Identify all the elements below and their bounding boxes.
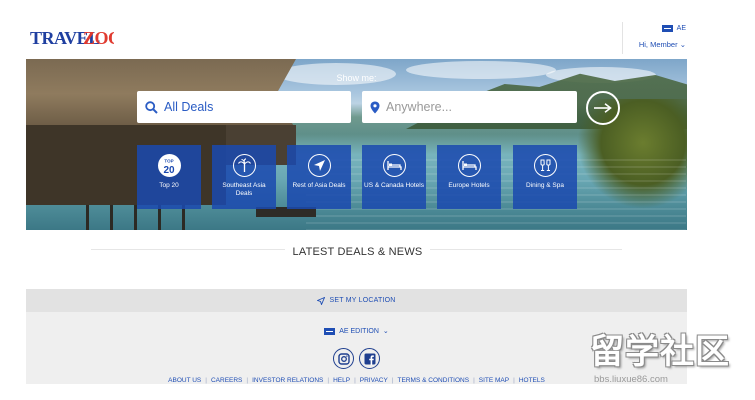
- flag-icon: [661, 25, 673, 32]
- svg-text:ZOO: ZOO: [83, 28, 114, 48]
- member-menu[interactable]: Hi, Member ⌄: [639, 40, 686, 49]
- tile-label: Southeast Asia Deals: [222, 182, 266, 197]
- latest-heading: LATEST DEALS & NEWS: [0, 242, 715, 260]
- chevron-down-icon: ⌄: [679, 40, 686, 49]
- search-go-button[interactable]: [586, 91, 620, 125]
- location-arrow-icon: [317, 296, 326, 305]
- instagram-icon[interactable]: [333, 348, 354, 369]
- tile-europe-hotels[interactable]: Europe Hotels: [437, 145, 501, 209]
- set-location-bar[interactable]: SET MY LOCATION: [26, 289, 687, 312]
- bed-icon: [457, 154, 481, 177]
- tile-label: US & Canada Hotels: [364, 182, 424, 189]
- edition-label: AE: [676, 25, 686, 32]
- glasses-icon: [533, 154, 557, 177]
- arrow-right-icon: [594, 103, 612, 113]
- member-greeting: Hi, Member: [638, 40, 678, 49]
- tile-rest-of-asia[interactable]: Rest of Asia Deals: [287, 145, 351, 209]
- footer-link-site-map[interactable]: SITE MAP: [479, 377, 509, 384]
- chevron-down-icon: ⌄: [382, 328, 389, 335]
- travelzoo-logo-mark: TRAVEL ZOO: [30, 28, 114, 48]
- deals-value: All Deals: [164, 100, 214, 114]
- tile-dining-spa[interactable]: Dining & Spa: [513, 145, 577, 209]
- hero-banner: Show me: All Deals Anywhere... TOP 20 To…: [26, 59, 687, 230]
- watermark-url: bbs.liuxue86.com: [594, 374, 668, 385]
- top-20-icon: TOP 20: [157, 154, 181, 177]
- footer-link-hotels[interactable]: HOTELS: [519, 377, 545, 384]
- latest-title: LATEST DEALS & NEWS: [284, 246, 431, 258]
- facebook-icon[interactable]: [359, 348, 380, 369]
- svg-text:TOP: TOP: [164, 158, 173, 163]
- footer-link-careers[interactable]: CAREERS: [211, 377, 242, 384]
- edition-switch[interactable]: AE: [661, 25, 686, 32]
- show-me-label: Show me:: [336, 73, 377, 83]
- tile-southeast-asia[interactable]: Southeast Asia Deals: [212, 145, 276, 209]
- search-icon: [145, 100, 158, 114]
- palm-tree-icon: [232, 154, 256, 177]
- bed-icon: [382, 154, 406, 177]
- tile-label: Top 20: [159, 182, 179, 189]
- flag-icon: [324, 327, 336, 335]
- account-area: AE Hi, Member ⌄: [622, 22, 690, 54]
- watermark: 留学社区 bbs.liuxue86.com: [586, 332, 744, 390]
- svg-text:20: 20: [163, 165, 175, 176]
- deals-dropdown[interactable]: All Deals: [137, 91, 351, 123]
- compass-arrow-icon: [307, 154, 331, 177]
- footer-link-privacy[interactable]: PRIVACY: [360, 377, 388, 384]
- location-input[interactable]: Anywhere...: [362, 91, 577, 123]
- tile-us-canada-hotels[interactable]: US & Canada Hotels: [362, 145, 426, 209]
- footer-link-about[interactable]: ABOUT US: [168, 377, 201, 384]
- travelzoo-logo[interactable]: TRAVEL ZOO: [30, 24, 114, 50]
- location-placeholder: Anywhere...: [386, 100, 453, 114]
- tile-label: Europe Hotels: [448, 182, 490, 189]
- footer-link-terms[interactable]: TERMS & CONDITIONS: [398, 377, 470, 384]
- map-pin-icon: [370, 101, 380, 113]
- set-location-label: SET MY LOCATION: [329, 297, 396, 304]
- edition-selector-label: AE EDITION: [339, 327, 379, 335]
- tile-label: Rest of Asia Deals: [292, 182, 346, 189]
- watermark-text: 留学社区: [590, 333, 730, 371]
- footer-link-help[interactable]: HELP: [333, 377, 350, 384]
- footer-link-investor-relations[interactable]: INVESTOR RELATIONS: [252, 377, 323, 384]
- tile-top-20[interactable]: TOP 20 Top 20: [137, 145, 201, 209]
- tile-label: Dining & Spa: [526, 182, 564, 189]
